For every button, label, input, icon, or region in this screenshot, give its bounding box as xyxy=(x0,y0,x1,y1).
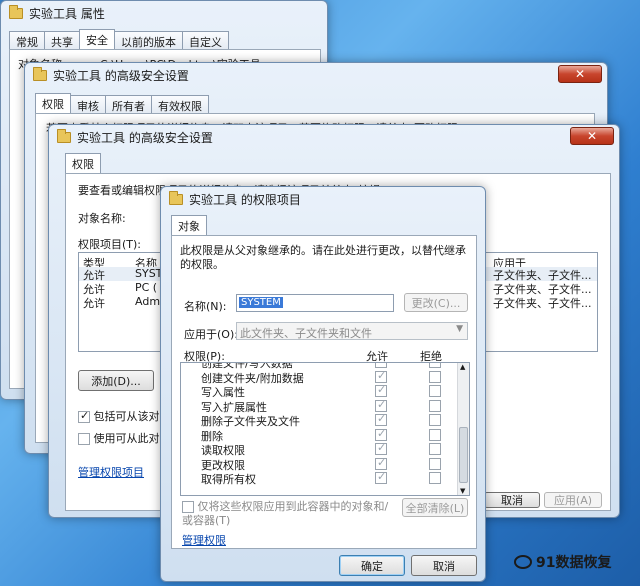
manage-permissions-link[interactable]: 管理权限 xyxy=(182,532,226,548)
permission-row[interactable]: 删除子文件夹及文件 xyxy=(181,412,457,428)
include-inherit-option[interactable]: 包括可从该对 xyxy=(78,408,160,424)
wechat-icon xyxy=(514,555,532,569)
close-button[interactable]: ✕ xyxy=(570,127,614,145)
tab-auditing[interactable]: 审核 xyxy=(70,95,106,113)
watermark-text: 91数据恢复 xyxy=(536,555,612,571)
tab-security[interactable]: 安全 xyxy=(79,29,115,49)
allow-checkbox[interactable] xyxy=(375,427,387,441)
name-label: 名称(N): xyxy=(184,300,227,313)
advanced-title-back: 实验工具 的高级安全设置 xyxy=(53,68,189,83)
allow-checkbox[interactable] xyxy=(375,470,387,484)
close-button[interactable]: ✕ xyxy=(558,65,602,83)
change-button[interactable]: 更改(C)... xyxy=(404,293,468,312)
folder-icon xyxy=(33,66,47,81)
deny-checkbox[interactable] xyxy=(429,399,441,412)
properties-titlebar: 实验工具 属性 xyxy=(1,1,327,25)
allow-checkbox[interactable] xyxy=(375,456,387,470)
tab-owner[interactable]: 所有者 xyxy=(105,95,152,113)
use-inherit-option[interactable]: 使用可从此对 xyxy=(78,430,160,446)
chevron-down-icon: ▼ xyxy=(456,324,463,334)
dialog-title: 实验工具 的权限项目 xyxy=(189,192,301,207)
permission-row[interactable]: 读取权限 xyxy=(181,441,457,457)
permission-row[interactable]: 删除 xyxy=(181,427,457,443)
cancel-button-back[interactable]: 取消 xyxy=(484,492,540,508)
deny-checkbox[interactable] xyxy=(429,472,441,484)
deny-checkbox[interactable] xyxy=(429,428,441,441)
deny-checkbox[interactable] xyxy=(429,370,441,383)
only-apply-label: 仅将这些权限应用到此容器中的对象和/或容器(T) xyxy=(182,500,389,527)
tab-previous-versions[interactable]: 以前的版本 xyxy=(114,31,183,49)
ok-button[interactable]: 确定 xyxy=(339,555,405,576)
allow-checkbox[interactable] xyxy=(375,369,387,383)
allow-checkbox[interactable] xyxy=(375,383,387,397)
deny-checkbox[interactable] xyxy=(429,443,441,455)
tab-effective-permissions[interactable]: 有效权限 xyxy=(151,95,209,113)
inherit-info: 此权限是从父对象继承的。请在此处进行更改，以替代继承的权限。 xyxy=(180,244,466,271)
cancel-button[interactable]: 取消 xyxy=(411,555,477,576)
clear-all-button[interactable]: 全部清除(L) xyxy=(402,498,468,517)
tab-permissions[interactable]: 权限 xyxy=(65,153,101,173)
scroll-up-icon[interactable]: ▲ xyxy=(460,363,465,371)
name-value: SYSTEM xyxy=(239,297,283,308)
permission-row[interactable]: 更改权限 xyxy=(181,456,457,472)
apply-button[interactable]: 应用(A) xyxy=(544,492,602,508)
deny-checkbox[interactable] xyxy=(429,385,441,397)
deny-checkbox[interactable] xyxy=(429,363,441,368)
include-inherit-label: 包括可从该对 xyxy=(93,410,160,423)
advanced-title: 实验工具 的高级安全设置 xyxy=(77,130,213,145)
object-name-label: 对象名称: xyxy=(78,212,126,225)
advanced-tabs: 权限 xyxy=(65,153,101,173)
dialog-panel: 此权限是从父对象继承的。请在此处进行更改，以替代继承的权限。 名称(N): SY… xyxy=(171,235,477,549)
permissions-list[interactable]: 创建文件/写入数据创建文件夹/附加数据写入属性写入扩展属性删除子文件夹及文件删除… xyxy=(180,362,470,496)
dialog-tabs: 对象 xyxy=(171,215,207,235)
permission-row[interactable]: 创建文件夹/附加数据 xyxy=(181,369,457,385)
permission-row[interactable]: 写入属性 xyxy=(181,383,457,399)
apply-to-label: 应用于(O): xyxy=(184,328,238,341)
permission-row[interactable]: 创建文件/写入数据 xyxy=(181,363,457,370)
add-button[interactable]: 添加(D)... xyxy=(78,370,154,391)
name-field[interactable]: SYSTEM xyxy=(236,294,394,312)
use-inherit-checkbox[interactable] xyxy=(78,433,90,445)
tab-permissions[interactable]: 权限 xyxy=(35,93,71,113)
watermark: 91数据恢复 xyxy=(514,552,611,572)
advanced-titlebar-back: 实验工具 的高级安全设置 xyxy=(25,63,607,87)
only-apply-checkbox[interactable] xyxy=(182,501,194,513)
only-apply-option[interactable]: 仅将这些权限应用到此容器中的对象和/或容器(T) xyxy=(182,500,392,528)
permission-row[interactable]: 写入扩展属性 xyxy=(181,398,457,414)
allow-checkbox[interactable] xyxy=(375,412,387,426)
advanced-tabs-back: 权限 审核 所有者 有效权限 xyxy=(35,93,209,113)
scroll-thumb[interactable] xyxy=(459,427,468,483)
permission-entry-dialog: 实验工具 的权限项目 对象 此权限是从父对象继承的。请在此处进行更改，以替代继承… xyxy=(160,186,486,582)
tab-object[interactable]: 对象 xyxy=(171,215,207,235)
allow-checkbox[interactable] xyxy=(375,441,387,455)
deny-checkbox[interactable] xyxy=(429,457,441,470)
tab-customize[interactable]: 自定义 xyxy=(182,31,229,49)
permission-row[interactable]: 取得所有权 xyxy=(181,470,457,486)
apply-to-value: 此文件夹、子文件夹和文件 xyxy=(240,327,372,340)
use-inherit-label: 使用可从此对 xyxy=(93,432,160,445)
tab-sharing[interactable]: 共享 xyxy=(44,31,80,49)
allow-checkbox[interactable] xyxy=(375,398,387,412)
apply-to-select[interactable]: 此文件夹、子文件夹和文件 ▼ xyxy=(236,322,468,340)
dialog-titlebar: 实验工具 的权限项目 xyxy=(161,187,485,211)
advanced-titlebar: 实验工具 的高级安全设置 xyxy=(49,125,619,149)
properties-tabs: 常规 共享 安全 以前的版本 自定义 xyxy=(9,29,229,49)
permission-entries-label: 权限项目(T): xyxy=(78,238,142,251)
permissions-scrollbar[interactable]: ▲ ▼ xyxy=(457,363,469,495)
manage-permission-entries-link[interactable]: 管理权限项目 xyxy=(78,464,144,480)
permissions-rows: 创建文件/写入数据创建文件夹/附加数据写入属性写入扩展属性删除子文件夹及文件删除… xyxy=(181,363,457,486)
tab-general[interactable]: 常规 xyxy=(9,31,45,49)
allow-checkbox[interactable] xyxy=(375,363,387,368)
folder-icon xyxy=(169,190,183,205)
folder-icon xyxy=(9,4,23,19)
include-inherit-checkbox[interactable] xyxy=(78,409,90,423)
deny-checkbox[interactable] xyxy=(429,414,441,426)
folder-icon xyxy=(57,128,71,143)
properties-title: 实验工具 属性 xyxy=(29,6,105,21)
permission-name: 取得所有权 xyxy=(201,473,256,486)
scroll-down-icon[interactable]: ▼ xyxy=(460,487,465,495)
